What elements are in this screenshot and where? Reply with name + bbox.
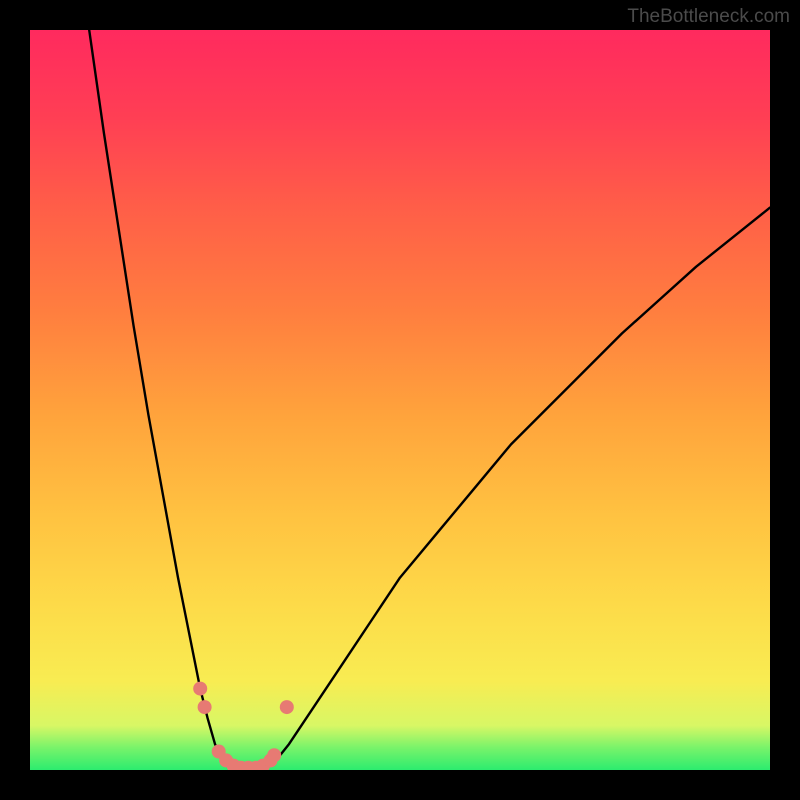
marker-dot <box>198 700 212 714</box>
highlight-markers <box>193 682 294 770</box>
curve-left-branch <box>89 30 222 763</box>
plot-area <box>30 30 770 770</box>
chart-frame: TheBottleneck.com <box>0 0 800 800</box>
marker-dot <box>193 682 207 696</box>
attribution-text: TheBottleneck.com <box>627 6 790 28</box>
curve-right-branch <box>274 208 770 763</box>
curve-lines <box>89 30 770 770</box>
marker-dot <box>280 700 294 714</box>
marker-dot <box>267 748 281 762</box>
curve-svg <box>30 30 770 770</box>
